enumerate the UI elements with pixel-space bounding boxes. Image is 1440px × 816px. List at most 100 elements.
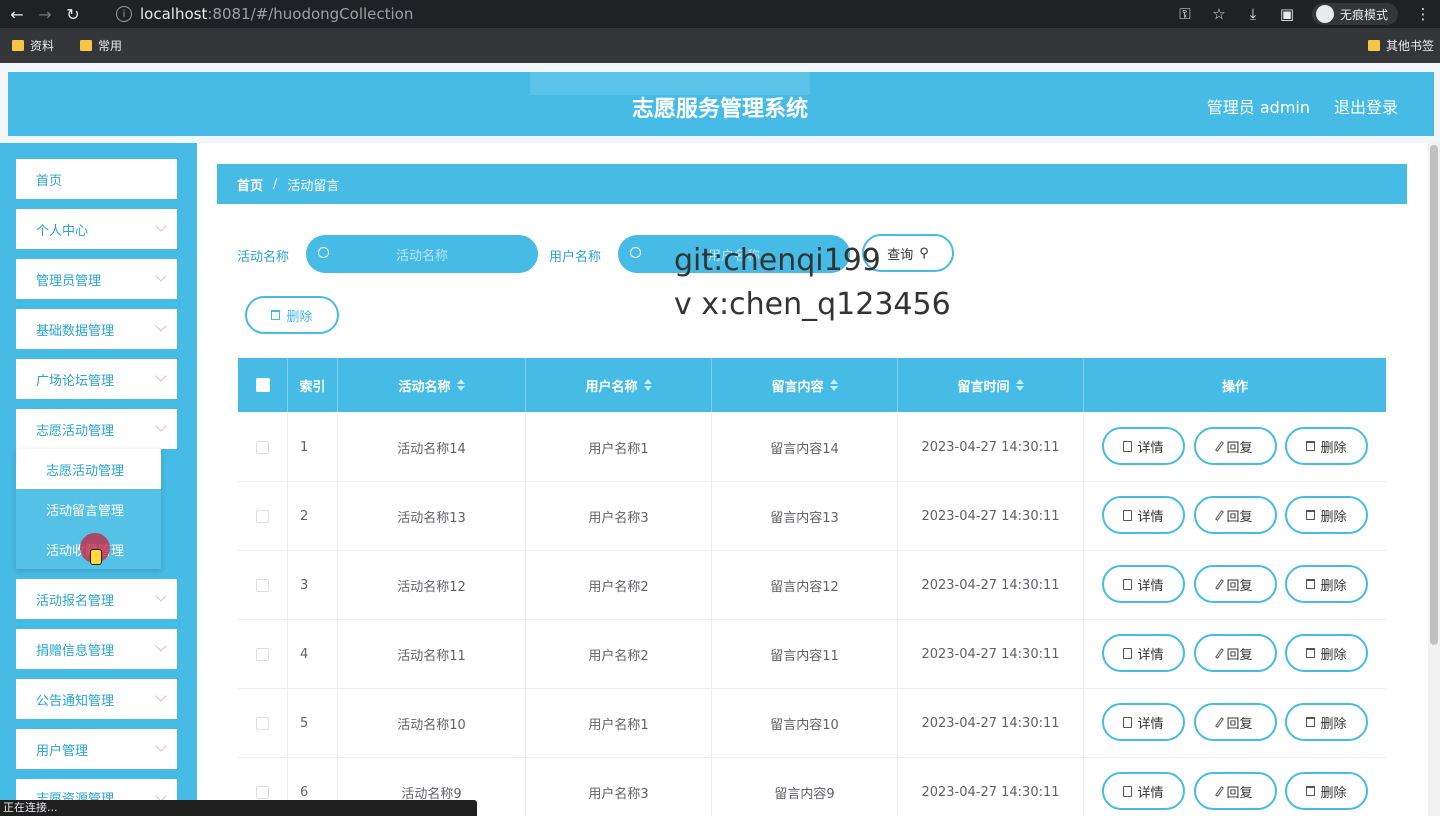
detail-button[interactable]: 详情 <box>1102 565 1185 603</box>
sidebar-item-signups[interactable]: 活动报名管理 <box>16 579 177 619</box>
row-checkbox[interactable] <box>256 441 269 454</box>
delete-button[interactable]: 删除 <box>1285 634 1368 672</box>
query-label: 查询 <box>887 247 914 263</box>
cell-user: 用户名称3 <box>526 758 712 816</box>
forward-icon[interactable]: → <box>34 3 56 25</box>
sort-icon[interactable] <box>1015 379 1024 391</box>
detail-button[interactable]: 详情 <box>1102 703 1185 741</box>
other-bookmarks[interactable]: 其他书签 <box>1367 37 1434 54</box>
key-icon[interactable]: ⚿ <box>1168 5 1202 23</box>
breadcrumb-home[interactable]: 首页 <box>237 175 263 194</box>
table-row[interactable]: 3 活动名称12 用户名称2 留言内容12 2023-04-27 14:30:11 详情 回… <box>238 551 1386 620</box>
sidebar-item-basedata[interactable]: 基础数据管理 <box>16 309 177 349</box>
select-all-checkbox[interactable] <box>255 378 270 392</box>
sidebar-item-home[interactable]: 首页 <box>16 159 177 199</box>
search-icon: ⚲ <box>919 245 929 261</box>
row-select-cell <box>238 413 288 482</box>
sort-icon[interactable] <box>456 379 465 391</box>
cell-ops: 详情 回复 删除 <box>1084 758 1386 816</box>
row-checkbox[interactable] <box>256 786 269 799</box>
table-row[interactable]: 2 活动名称13 用户名称3 留言内容13 2023-04-27 14:30:11 详情 回… <box>238 482 1386 551</box>
download-icon[interactable]: ⤓ <box>1236 5 1270 23</box>
delete-button[interactable]: 删除 <box>1285 703 1368 741</box>
sidebar-item-label: 基础数据管理 <box>36 323 115 339</box>
row-checkbox[interactable] <box>256 648 269 661</box>
table-header: 索引 活动名称 用户名称 留言内容 留言时间 操作 <box>238 358 1386 412</box>
detail-button[interactable]: 详情 <box>1102 427 1185 465</box>
cell-content: 留言内容11 <box>712 620 898 689</box>
header-activity[interactable]: 活动名称 <box>338 358 526 412</box>
header-time[interactable]: 留言时间 <box>898 358 1084 412</box>
edit-icon <box>1215 440 1225 452</box>
bookmark-folder[interactable]: 常用 <box>80 37 122 54</box>
row-checkbox[interactable] <box>256 717 269 730</box>
sort-icon[interactable] <box>643 379 652 391</box>
logout-link[interactable]: 退出登录 <box>1334 94 1398 118</box>
sidebar-item-donations[interactable]: 捐赠信息管理 <box>16 629 177 669</box>
sort-icon[interactable] <box>829 379 838 391</box>
header-user[interactable]: 用户名称 <box>526 358 712 412</box>
cell-index: 4 <box>288 620 338 689</box>
sidebar-item-forum[interactable]: 广场论坛管理 <box>16 359 177 399</box>
reply-button[interactable]: 回复 <box>1194 703 1277 741</box>
address-bar[interactable]: i localhost:8081/#/huodongCollection <box>106 2 1266 26</box>
info-icon[interactable]: i <box>116 6 132 22</box>
sidebar-item-profile[interactable]: 个人中心 <box>16 209 177 249</box>
chevron-down-icon <box>155 640 167 652</box>
header-user-label: 用户名称 <box>585 379 638 395</box>
row-select-cell <box>238 482 288 551</box>
scrollbar-thumb[interactable] <box>1430 145 1438 645</box>
incognito-badge[interactable]: 无痕模式 <box>1311 3 1398 25</box>
cell-ops: 详情 回复 删除 <box>1084 413 1386 482</box>
table-row[interactable]: 5 活动名称10 用户名称1 留言内容10 2023-04-27 14:30:11 详情 回… <box>238 689 1386 758</box>
cell-ops: 详情 回复 删除 <box>1084 620 1386 689</box>
reply-button[interactable]: 回复 <box>1194 427 1277 465</box>
watermark-line-1: git:chenqi199 <box>674 243 881 278</box>
detail-button[interactable]: 详情 <box>1102 496 1185 534</box>
batch-delete-button[interactable]: 删除 <box>245 296 339 334</box>
select-all-cell <box>238 358 288 412</box>
row-checkbox[interactable] <box>256 579 269 592</box>
sidebar-item-activities[interactable]: 志愿活动管理 <box>16 409 177 449</box>
cell-user: 用户名称2 <box>526 551 712 620</box>
sidebar-item-admins[interactable]: 管理员管理 <box>16 259 177 299</box>
table-row[interactable]: 4 活动名称11 用户名称2 留言内容11 2023-04-27 14:30:11 详情 回… <box>238 620 1386 689</box>
delete-button[interactable]: 删除 <box>1285 772 1368 810</box>
reply-button[interactable]: 回复 <box>1194 565 1277 603</box>
reply-button[interactable]: 回复 <box>1194 772 1277 810</box>
page-scrollbar[interactable] <box>1428 143 1440 816</box>
edit-icon <box>1215 509 1225 521</box>
detail-button[interactable]: 详情 <box>1102 634 1185 672</box>
bookmark-folder[interactable]: 资料 <box>12 37 54 54</box>
browser-actions: ⚿ ☆ ⤓ ▣ 无痕模式 ⋮ <box>1168 0 1440 28</box>
star-icon[interactable]: ☆ <box>1202 5 1236 23</box>
delete-label: 删除 <box>1320 647 1347 663</box>
sidebar-item-users[interactable]: 用户管理 <box>16 729 177 769</box>
delete-button[interactable]: 删除 <box>1285 496 1368 534</box>
reply-label: 回复 <box>1226 716 1253 732</box>
sidebar-item-label: 管理员管理 <box>36 273 102 289</box>
detail-button[interactable]: 详情 <box>1102 772 1185 810</box>
table-row[interactable]: 1 活动名称14 用户名称1 留言内容14 2023-04-27 14:30:11 详情 回… <box>238 413 1386 482</box>
header-content[interactable]: 留言内容 <box>712 358 898 412</box>
chevron-down-icon <box>155 220 167 232</box>
reply-button[interactable]: 回复 <box>1194 634 1277 672</box>
document-icon <box>1123 785 1133 797</box>
delete-label: 删除 <box>1320 785 1347 801</box>
delete-button[interactable]: 删除 <box>1285 427 1368 465</box>
back-icon[interactable]: ← <box>6 3 28 25</box>
sidebar-item-notices[interactable]: 公告通知管理 <box>16 679 177 719</box>
edit-icon <box>1215 785 1225 797</box>
menu-icon[interactable]: ⋮ <box>1406 5 1440 23</box>
document-icon <box>1123 440 1133 452</box>
submenu-item-activities[interactable]: 志愿活动管理 <box>16 449 161 489</box>
reply-button[interactable]: 回复 <box>1194 496 1277 534</box>
delete-button[interactable]: 删除 <box>1285 565 1368 603</box>
row-checkbox[interactable] <box>256 510 269 523</box>
activity-name-input[interactable]: 活动名称 <box>306 235 538 273</box>
delete-label: 删除 <box>1320 578 1347 594</box>
reload-icon[interactable]: ↻ <box>62 3 84 25</box>
submenu-item-comments[interactable]: 活动留言管理 <box>16 489 161 529</box>
detail-label: 详情 <box>1137 716 1164 732</box>
sidepanel-icon[interactable]: ▣ <box>1270 5 1304 23</box>
